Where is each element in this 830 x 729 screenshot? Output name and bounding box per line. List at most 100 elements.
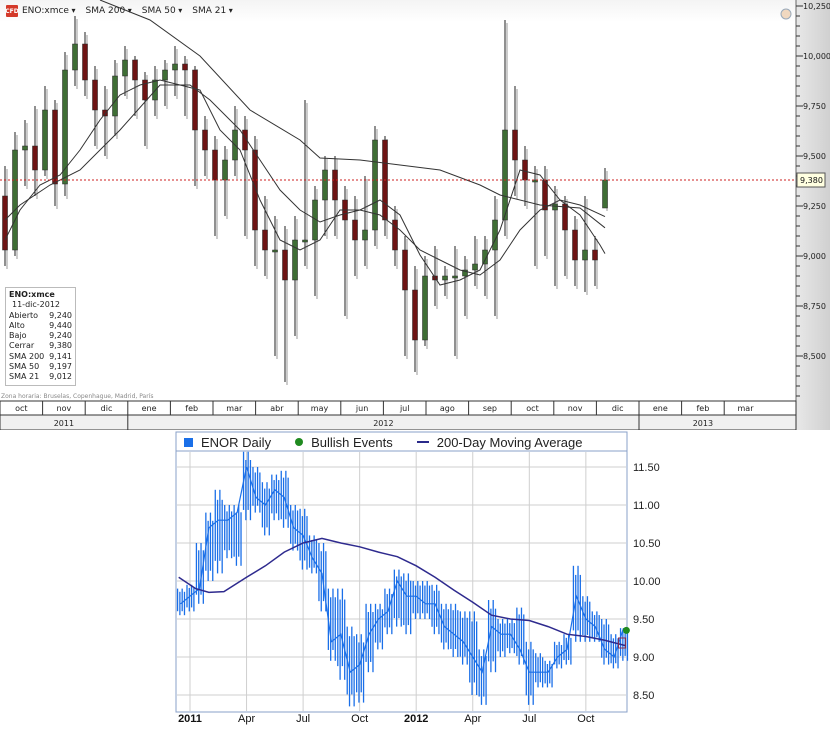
price-axis-panel [796, 0, 830, 430]
month-label: jun [355, 404, 368, 413]
info-label: Cerrar [9, 341, 35, 351]
legend-bullish[interactable]: Bullish Events [295, 435, 393, 450]
info-row: Alto 9,440 [9, 321, 72, 331]
legend-label: ENOR Daily [201, 434, 272, 450]
candle-body [592, 249, 598, 261]
month-label: ago [440, 404, 455, 413]
candle-body [172, 63, 178, 71]
x-tick-label: 2011 [178, 713, 202, 725]
info-value: 9,240 [49, 331, 72, 341]
candle-body [402, 249, 408, 291]
candle-body [522, 159, 528, 181]
info-value: 9,012 [49, 372, 72, 382]
candle-body [412, 289, 418, 341]
month-label: mar [738, 404, 755, 413]
month-label: nov [568, 404, 583, 413]
month-label: ene [653, 404, 668, 413]
green-dot-icon [295, 438, 304, 446]
legend-label: Bullish Events [311, 434, 393, 450]
x-tick-label: Apr [238, 713, 255, 725]
bullish-event-marker [622, 626, 630, 634]
info-label: Alto [9, 320, 25, 330]
info-value: 9,240 [49, 310, 72, 320]
candle-body [72, 43, 78, 71]
candle-body [292, 239, 298, 281]
ohlc-info-box: ENO:xmce 11-dic-2012 Abierto 9,240 Alto 9,4… [5, 287, 76, 386]
sma50-dropdown[interactable]: SMA 50 [142, 6, 183, 16]
cfd-logo-icon: CFD [5, 5, 19, 17]
legend-ma200[interactable]: 200-Day Moving Average [416, 434, 583, 450]
candle-body [262, 229, 268, 251]
info-value: 9,440 [49, 320, 72, 330]
last-price-label: 9,380 [800, 176, 823, 185]
year-label: 2012 [373, 419, 393, 428]
month-label: may [311, 404, 329, 413]
info-value: 9,197 [49, 362, 72, 372]
sma200-dropdown[interactable]: SMA 200 [86, 6, 132, 16]
candle-body [222, 159, 228, 181]
candle-body [32, 145, 38, 171]
timezone-note: Zona horaria: Bruselas, Copenhague, Madr… [1, 393, 154, 400]
info-value: 9,141 [49, 351, 72, 361]
y-tick-label: 9,250 [803, 202, 826, 211]
candle-body [492, 219, 498, 251]
month-label: dic [101, 404, 113, 413]
year-label: 2013 [693, 419, 713, 428]
info-label: Abierto [9, 310, 39, 320]
candle-body [2, 195, 8, 251]
candle-body [372, 139, 378, 231]
candle-body [582, 249, 588, 261]
info-row: Cerrar 9,380 [9, 341, 72, 351]
x-tick-label: 2012 [404, 713, 428, 725]
info-label: SMA 200 [9, 351, 45, 361]
info-label: SMA 50 [9, 362, 40, 372]
legend-enor[interactable]: ENOR Daily [184, 435, 271, 450]
month-label: feb [185, 404, 198, 413]
month-label: jul [399, 404, 410, 413]
info-row: SMA 50 9,197 [9, 362, 72, 372]
month-label: feb [696, 404, 709, 413]
chart-header: CFD ENO:xmce SMA 200 SMA 50 SMA 21 [0, 0, 233, 22]
candle-body [562, 203, 568, 231]
candle-body [212, 149, 218, 181]
y-tick-label: 9.50 [633, 614, 654, 626]
month-label: dic [612, 404, 624, 413]
info-row: Abierto 9,240 [9, 311, 72, 321]
legend-label: 200-Day Moving Average [436, 434, 583, 450]
settings-clock-icon[interactable] [780, 8, 792, 20]
y-tick-label: 8.50 [633, 690, 654, 702]
candle-body [92, 79, 98, 111]
symbol-dropdown[interactable]: ENO:xmce [22, 6, 76, 16]
y-tick-label: 9,750 [803, 102, 826, 111]
month-label: mar [226, 404, 243, 413]
sma21-dropdown[interactable]: SMA 21 [192, 6, 233, 16]
x-tick-label: Oct [577, 713, 594, 725]
candle-body [112, 75, 118, 117]
year-label: 2011 [54, 419, 74, 428]
candle-body [122, 59, 128, 77]
candle-body [602, 179, 608, 209]
line-icon [416, 441, 429, 443]
candle-body [182, 63, 188, 71]
candlestick-chart[interactable]: 8,500 8,750 9,000 9,250 9,500 9,750 10,000 10,2… [0, 0, 830, 431]
y-tick-label: 10.50 [633, 538, 661, 550]
blue-square-icon [184, 437, 193, 447]
candle-body [162, 69, 168, 81]
line-chart[interactable]: 8.50 9.00 9.50 10.00 10.50 11.00 11.50 2011 Apr J… [0, 430, 830, 725]
candle-body [332, 169, 338, 201]
x-tick-label: Jul [296, 713, 310, 725]
candle-body [42, 109, 48, 171]
info-row: SMA 21 9,012 [9, 372, 72, 382]
x-tick-label: Jul [522, 713, 536, 725]
candle-body [192, 69, 198, 131]
y-tick-label: 9.00 [633, 652, 654, 664]
info-label: SMA 21 [9, 372, 40, 382]
candle-body [572, 229, 578, 261]
candle-body [302, 239, 308, 243]
month-label: abr [270, 404, 284, 413]
info-row: Bajo 9,240 [9, 331, 72, 341]
candle-body [252, 149, 258, 231]
y-tick-label: 8,750 [803, 302, 826, 311]
info-value: 9,380 [49, 341, 72, 351]
candle-body [22, 145, 28, 151]
